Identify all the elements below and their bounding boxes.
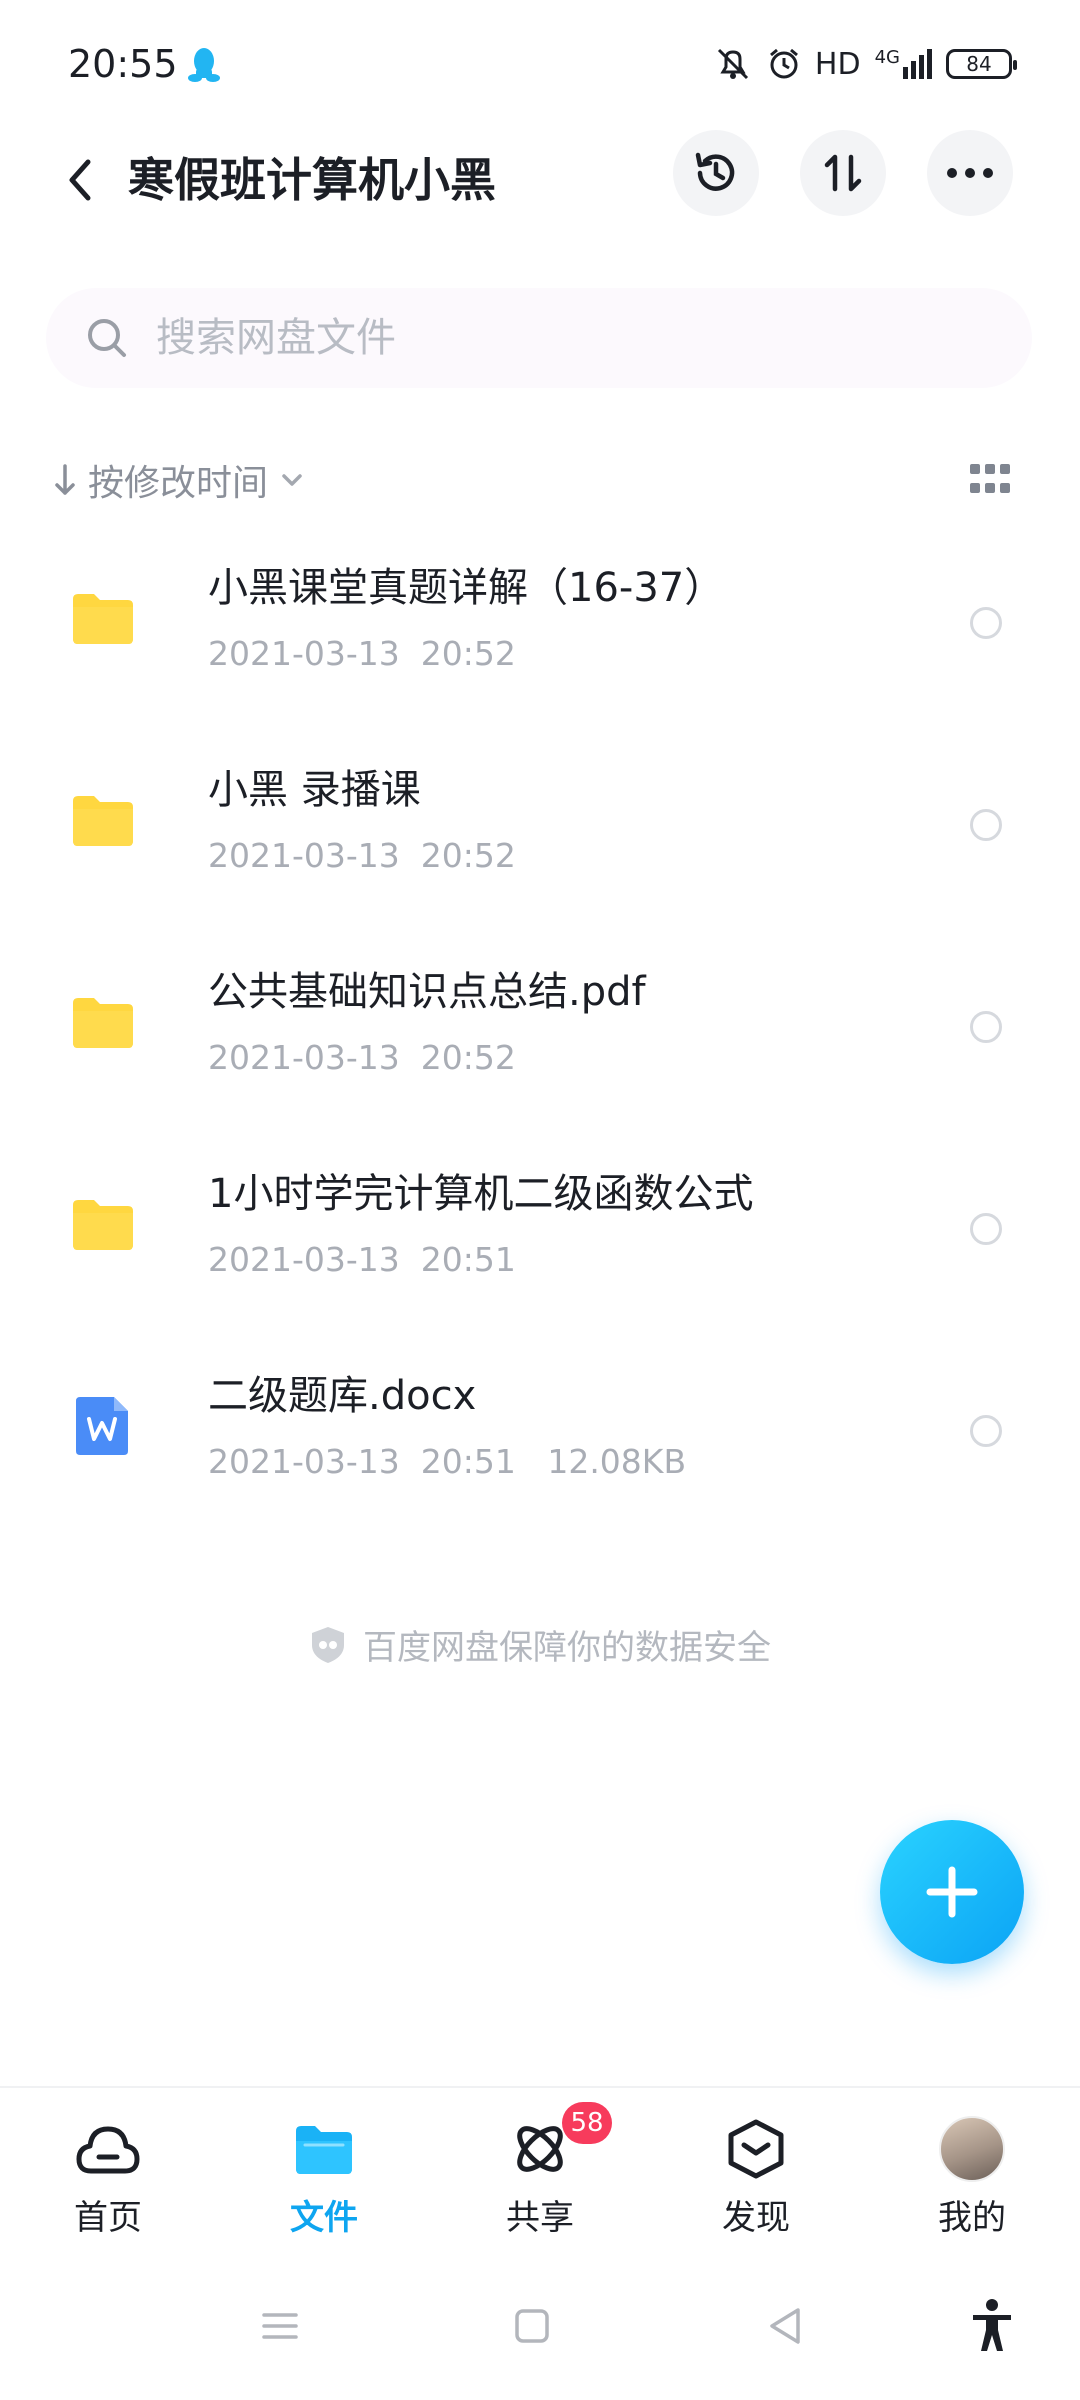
file-row[interactable]: 小黑 录播课 2021-03-13 20:52 <box>0 732 1080 934</box>
nav-label: 首页 <box>74 2198 142 2238</box>
file-row[interactable]: 公共基础知识点总结.pdf 2021-03-13 20:52 <box>0 934 1080 1136</box>
folder-icon <box>73 1200 133 1250</box>
nav-share[interactable]: 58 共享 <box>432 2088 648 2256</box>
word-doc-icon <box>76 1397 128 1455</box>
mute-bell-icon <box>717 48 748 80</box>
file-row[interactable]: 二级题库.docx 2021-03-13 20:51 12.08KB <box>0 1338 1080 1540</box>
history-icon <box>695 152 735 191</box>
signal-icon: 4G <box>875 49 932 79</box>
status-time: 20:55 <box>68 42 178 86</box>
page-title: 寒假班计算机小黑 <box>128 153 496 207</box>
file-name: 1小时学完计算机二级函数公式 <box>208 1171 754 1217</box>
file-meta: 2021-03-13 20:51 <box>208 1240 516 1279</box>
grid-view-button[interactable] <box>970 464 1010 496</box>
search-bar[interactable] <box>46 288 1032 388</box>
folder-icon <box>73 998 133 1048</box>
more-options-button[interactable] <box>927 130 1013 216</box>
arrow-down-icon <box>55 464 75 495</box>
share-badge: 58 <box>562 2102 612 2144</box>
cloud-home-icon <box>76 2126 140 2174</box>
file-name: 二级题库.docx <box>208 1373 477 1419</box>
sort-order-button[interactable] <box>800 130 886 216</box>
file-row[interactable]: 1小时学完计算机二级函数公式 2021-03-13 20:51 <box>0 1136 1080 1338</box>
header-bar: 寒假班计算机小黑 <box>0 130 1080 230</box>
back-button[interactable] <box>48 148 112 212</box>
nav-label: 我的 <box>938 2198 1006 2238</box>
back-nav-button[interactable] <box>754 2296 814 2356</box>
sort-label: 按修改时间 <box>88 463 269 504</box>
nav-label: 发现 <box>722 2198 790 2238</box>
search-input[interactable] <box>156 315 956 361</box>
avatar <box>939 2116 1005 2182</box>
file-name: 公共基础知识点总结.pdf <box>208 969 646 1015</box>
history-button[interactable] <box>673 130 759 216</box>
status-icons: HD 4G 84 <box>713 44 1017 84</box>
safety-note: 百度网盘保障你的数据安全 <box>0 1620 1080 1669</box>
nav-home[interactable]: 首页 <box>0 2088 216 2256</box>
battery-indicator: 84 <box>946 49 1017 79</box>
sort-selector[interactable]: 按修改时间 <box>54 450 1034 510</box>
system-nav-bar <box>0 2256 1080 2400</box>
folder-icon <box>73 796 133 846</box>
file-meta: 2021-03-13 20:52 <box>208 836 516 875</box>
home-button[interactable] <box>502 2296 562 2356</box>
search-icon <box>88 319 126 357</box>
select-radio[interactable] <box>970 1415 1002 1447</box>
file-row[interactable]: 小黑课堂真题详解（16-37） 2021-03-13 20:52 <box>0 530 1080 732</box>
select-radio[interactable] <box>970 809 1002 841</box>
chevron-down-icon <box>282 474 302 486</box>
plus-icon <box>926 1866 978 1918</box>
file-name: 小黑 录播课 <box>208 767 421 813</box>
file-meta: 2021-03-13 20:52 <box>208 1038 516 1077</box>
menu-lines-icon <box>262 2313 298 2339</box>
file-meta: 2021-03-13 20:52 <box>208 634 516 673</box>
menu-button[interactable] <box>250 2296 310 2356</box>
add-button[interactable] <box>880 1820 1024 1964</box>
nav-profile[interactable]: 我的 <box>864 2088 1080 2256</box>
file-name: 小黑课堂真题详解（16-37） <box>208 565 725 611</box>
shield-icon <box>312 1626 344 1663</box>
safety-text: 百度网盘保障你的数据安全 <box>363 1628 771 1668</box>
sort-arrows-icon <box>824 154 862 192</box>
nav-discover[interactable]: 发现 <box>648 2088 864 2256</box>
bottom-nav: 首页 文件 58 共享 发现 我的 <box>0 2086 1080 2256</box>
nav-files[interactable]: 文件 <box>216 2088 432 2256</box>
alarm-icon <box>769 48 798 79</box>
nav-label: 文件 <box>290 2198 358 2238</box>
qq-penguin-icon <box>188 48 220 82</box>
accessibility-icon <box>973 2299 1011 2351</box>
select-radio[interactable] <box>970 1011 1002 1043</box>
accessibility-button[interactable] <box>962 2296 1022 2356</box>
triangle-back-icon <box>770 2308 800 2344</box>
status-bar: 20:55 HD 4G 84 <box>0 0 1080 130</box>
more-dots-icon <box>947 168 993 178</box>
folder-icon <box>73 594 133 644</box>
folder-icon <box>296 2126 352 2174</box>
file-list: 小黑课堂真题详解（16-37） 2021-03-13 20:52 小黑 录播课 … <box>0 530 1080 1540</box>
nav-label: 共享 <box>506 2198 574 2238</box>
sort-row: 按修改时间 <box>54 450 1034 510</box>
chevron-left-icon <box>69 159 91 201</box>
hd-indicator: HD <box>814 46 861 82</box>
select-radio[interactable] <box>970 607 1002 639</box>
square-icon <box>515 2309 549 2343</box>
discover-box-icon <box>728 2119 784 2179</box>
select-radio[interactable] <box>970 1213 1002 1245</box>
file-meta: 2021-03-13 20:51 12.08KB <box>208 1442 687 1481</box>
